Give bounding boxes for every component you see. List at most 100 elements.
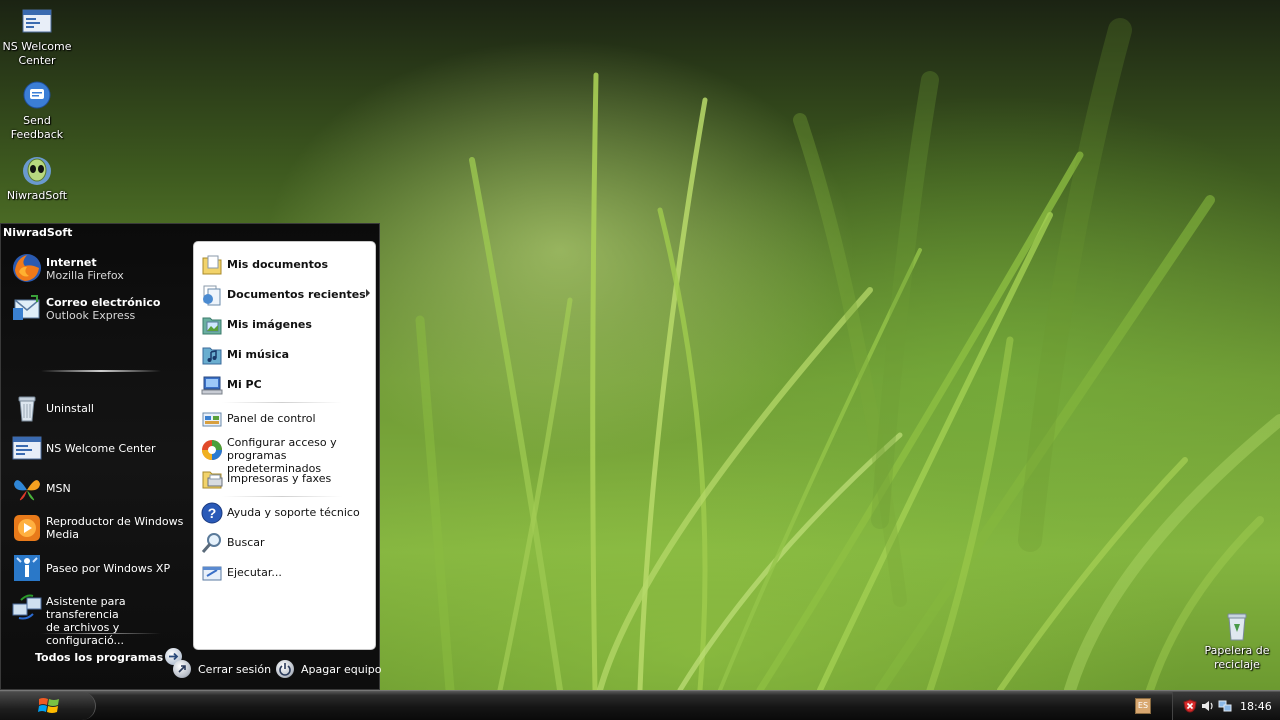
control-panel-icon xyxy=(200,407,224,431)
shutdown-button[interactable]: Apagar equipo xyxy=(276,659,381,681)
run-icon xyxy=(200,561,224,585)
network-icon[interactable] xyxy=(1218,699,1232,713)
place-label: Panel de control xyxy=(227,412,316,425)
place-search[interactable]: Buscar xyxy=(198,529,374,557)
recent-item-label: Paseo por Windows XP xyxy=(46,562,171,575)
place-label: Ejecutar... xyxy=(227,566,282,579)
desktop-icon-send-feedback[interactable]: Send Feedback xyxy=(0,80,74,142)
system-tray: 18:46 xyxy=(1172,692,1280,720)
feedback-icon xyxy=(21,80,53,112)
shutdown-label: Apagar equipo xyxy=(301,663,382,676)
places-separator xyxy=(222,402,342,403)
security-alert-icon[interactable] xyxy=(1183,699,1197,713)
media-player-icon xyxy=(11,512,43,544)
place-program-access[interactable]: Configurar acceso y programas predetermi… xyxy=(198,435,374,475)
place-label: Documentos recientes xyxy=(227,288,366,301)
desktop-icon-ns-welcome-center[interactable]: NS Welcome Center xyxy=(0,6,74,68)
program-access-icon xyxy=(200,438,224,462)
recent-item-label: MSN xyxy=(46,482,71,495)
place-label: Mi PC xyxy=(227,378,262,391)
recent-item-ns-welcome-center[interactable]: NS Welcome Center xyxy=(7,430,189,466)
start-menu: NiwradSoft Internet Mozilla Firefox Corr… xyxy=(0,223,381,690)
pinned-item-subtitle: Outlook Express xyxy=(46,309,136,322)
recent-item-label: Asistente para transferencia de archivos… xyxy=(46,595,189,647)
place-my-pictures[interactable]: Mis imágenes xyxy=(198,311,374,339)
language-indicator[interactable]: ES xyxy=(1135,698,1151,714)
pinned-item-subtitle: Mozilla Firefox xyxy=(46,269,124,282)
recent-item-label-line1: Reproductor de Windows xyxy=(46,515,184,528)
uninstall-icon xyxy=(11,392,43,424)
my-pictures-icon xyxy=(200,313,224,337)
place-recent-documents[interactable]: Documentos recientes xyxy=(198,281,374,309)
desktop-icon-label: NiwradSoft xyxy=(6,189,68,202)
tour-icon xyxy=(11,552,43,584)
windows-logo-icon xyxy=(38,696,60,716)
place-run[interactable]: Ejecutar... xyxy=(198,559,374,587)
outlook-express-icon xyxy=(11,292,43,324)
recent-item-label: NS Welcome Center xyxy=(46,442,156,455)
recent-item-label-line2: de archivos y configuració... xyxy=(46,621,125,647)
recent-item-msn[interactable]: MSN xyxy=(7,470,189,506)
recycle-bin-icon xyxy=(1221,610,1253,642)
recent-item-label-line2: Media xyxy=(46,528,80,541)
logoff-button[interactable]: Cerrar sesión xyxy=(173,659,272,681)
search-icon xyxy=(200,531,224,555)
welcome-center-icon xyxy=(11,432,43,464)
place-my-music[interactable]: Mi música xyxy=(198,341,374,369)
welcome-center-icon xyxy=(21,6,53,38)
place-printers[interactable]: Impresoras y faxes xyxy=(198,465,374,493)
pinned-item-title: Correo electrónico xyxy=(46,296,161,309)
all-programs-button[interactable]: Todos los programas xyxy=(35,646,185,668)
recent-item-windows-tour[interactable]: Paseo por Windows XP xyxy=(7,550,189,586)
desktop-icon-niwradsoft[interactable]: NiwradSoft xyxy=(0,155,74,203)
place-control-panel[interactable]: Panel de control xyxy=(198,405,374,433)
volume-icon[interactable] xyxy=(1201,699,1215,713)
desktop-icon-label: Papelera de xyxy=(1204,644,1270,657)
place-label-line1: Configurar acceso y xyxy=(227,436,337,449)
start-button[interactable] xyxy=(0,692,96,720)
svg-text:?: ? xyxy=(208,505,217,521)
recent-documents-icon xyxy=(200,283,224,307)
transfer-wizard-icon xyxy=(11,592,43,624)
logoff-icon xyxy=(173,660,191,678)
my-music-icon xyxy=(200,343,224,367)
my-computer-icon xyxy=(200,373,224,397)
place-my-computer[interactable]: Mi PC xyxy=(198,371,374,399)
desktop-icon-label: NS Welcome xyxy=(2,40,72,53)
desktop-icon-label: Center xyxy=(18,54,56,67)
place-label: Ayuda y soporte técnico xyxy=(227,506,360,519)
pinned-item-internet[interactable]: Internet Mozilla Firefox xyxy=(7,250,189,286)
recent-item-media-player[interactable]: Reproductor de Windows Media xyxy=(7,510,189,546)
place-my-documents[interactable]: Mis documentos xyxy=(198,251,374,279)
desktop-icon-label: Send xyxy=(23,114,51,127)
pinned-item-email[interactable]: Correo electrónico Outlook Express xyxy=(7,290,189,326)
recent-item-uninstall[interactable]: Uninstall xyxy=(7,390,189,426)
clock[interactable]: 18:46 xyxy=(1240,700,1272,713)
recent-item-label: Uninstall xyxy=(46,402,94,415)
taskbar: ES 18:46 xyxy=(0,690,1280,720)
pinned-item-title: Internet xyxy=(46,256,97,269)
all-programs-label: Todos los programas xyxy=(35,651,164,664)
recent-item-transfer-wizard[interactable]: Asistente para transferencia de archivos… xyxy=(7,590,189,647)
printers-icon xyxy=(200,467,224,491)
msn-butterfly-icon xyxy=(11,472,43,504)
place-label: Mis imágenes xyxy=(227,318,312,331)
my-documents-icon xyxy=(200,253,224,277)
place-label: Mis documentos xyxy=(227,258,328,271)
desktop-icon-recycle-bin[interactable]: Papelera de reciclaje xyxy=(1200,610,1274,672)
logoff-label: Cerrar sesión xyxy=(198,663,272,676)
desktop-icon-label: Feedback xyxy=(10,128,64,141)
firefox-icon xyxy=(11,252,43,284)
place-label: Buscar xyxy=(227,536,265,549)
start-menu-places-pane: Mis documentos Documentos recientes Mis … xyxy=(193,241,376,650)
place-label: Mi música xyxy=(227,348,290,361)
start-menu-programs-pane: Internet Mozilla Firefox Correo electrón… xyxy=(1,248,191,665)
places-separator xyxy=(222,496,342,497)
place-help-support[interactable]: ? Ayuda y soporte técnico xyxy=(198,499,374,527)
place-label: Impresoras y faxes xyxy=(227,472,332,485)
recent-item-label-line1: Asistente para transferencia xyxy=(46,595,126,621)
pinned-separator xyxy=(41,370,161,372)
recent-item-label: Reproductor de Windows Media xyxy=(46,515,183,541)
all-programs-separator xyxy=(41,633,161,634)
start-menu-user-name: NiwradSoft xyxy=(3,226,73,239)
